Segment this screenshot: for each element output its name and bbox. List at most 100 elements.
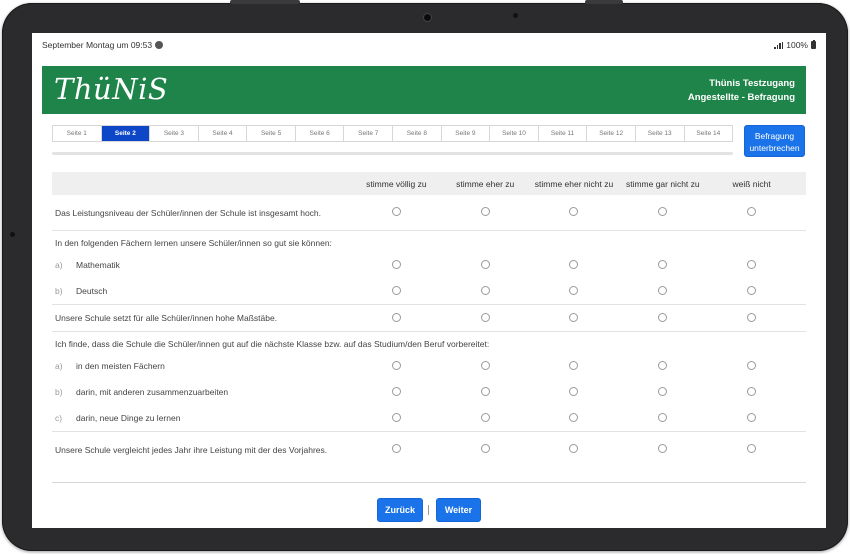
radio-option[interactable]: [658, 259, 668, 269]
question-intro: Ich finde, dass die Schule die Schüler/i…: [55, 339, 490, 349]
question-group: Unsere Schule setzt für alle Schüler/inn…: [52, 305, 806, 332]
radio-option[interactable]: [391, 312, 401, 322]
tab-seite-5[interactable]: Seite 5: [247, 126, 296, 141]
radio-option[interactable]: [747, 285, 757, 295]
question-row: b) darin, mit anderen zusammenzuarbeiten: [52, 379, 806, 405]
radio-option[interactable]: [569, 312, 579, 322]
radio-option[interactable]: [569, 207, 579, 216]
radio-option[interactable]: [569, 386, 579, 396]
radio-option[interactable]: [747, 360, 757, 370]
radio-option[interactable]: [480, 312, 490, 322]
question-text: Mathematik: [76, 260, 120, 270]
radio-option[interactable]: [747, 207, 757, 216]
question-text: Unsere Schule vergleicht jedes Jahr ihre…: [55, 444, 328, 455]
radio-option[interactable]: [480, 386, 490, 396]
radio-option[interactable]: [747, 259, 757, 269]
tab-seite-3[interactable]: Seite 3: [150, 126, 199, 141]
column-header: stimme eher nicht zu: [534, 178, 614, 189]
survey-type: Angestellte - Befragung: [687, 92, 795, 103]
app-logo[interactable]: ThüNiS: [54, 72, 168, 106]
radio-option[interactable]: [658, 360, 668, 370]
chat-icon: [155, 41, 164, 49]
question-intro: In den folgenden Fächern lernen unsere S…: [55, 238, 332, 248]
column-header: weiß nicht: [732, 178, 771, 189]
clock-text: September Montag um 09:53: [42, 40, 153, 50]
signal-icon: [774, 41, 784, 49]
radio-option[interactable]: [747, 386, 757, 396]
divider: [52, 482, 806, 483]
radio-option[interactable]: [391, 444, 401, 453]
tab-seite-1[interactable]: Seite 1: [53, 126, 102, 141]
battery-icon: [811, 39, 816, 49]
tab-seite-10[interactable]: Seite 10: [490, 126, 539, 141]
tab-seite-14[interactable]: Seite 14: [685, 126, 733, 141]
radio-option[interactable]: [747, 412, 757, 422]
table-header: stimme völlig zu stimme eher zu stimme e…: [52, 172, 806, 195]
back-button[interactable]: Zurück: [377, 498, 423, 522]
question-text: Deutsch: [76, 286, 108, 296]
radio-option[interactable]: [391, 386, 401, 396]
radio-option[interactable]: [391, 285, 401, 295]
tab-seite-8[interactable]: Seite 8: [393, 126, 442, 141]
radio-option[interactable]: [480, 412, 490, 422]
app-header: ThüNiS Thünis Testzugang Angestellte - B…: [42, 66, 806, 114]
tab-seite-12[interactable]: Seite 12: [587, 126, 636, 141]
tab-seite-4[interactable]: Seite 4: [199, 126, 248, 141]
power-button: [585, 0, 623, 4]
tab-seite-7[interactable]: Seite 7: [344, 126, 394, 141]
volume-button: [230, 0, 300, 4]
account-info: Thünis Testzugang Angestellte - Befragun…: [688, 77, 795, 105]
radio-option[interactable]: [747, 444, 757, 453]
radio-option[interactable]: [747, 312, 757, 322]
question-group: Unsere Schule vergleicht jedes Jahr ihre…: [52, 432, 806, 467]
radio-option[interactable]: [391, 412, 401, 422]
next-button[interactable]: Weiter: [436, 498, 481, 522]
abort-survey-button[interactable]: Befragung unterbrechen: [744, 125, 805, 157]
question-group: In den folgenden Fächern lernen unsere S…: [52, 231, 806, 305]
tab-seite-6[interactable]: Seite 6: [296, 126, 345, 141]
tab-seite-11[interactable]: Seite 11: [539, 126, 588, 141]
column-header: stimme eher zu: [456, 178, 515, 189]
light-sensor: [513, 13, 518, 18]
screen: September Montag um 09:53 100% ThüNiS Th…: [32, 33, 826, 528]
question-text: darin, neue Dinge zu lernen: [76, 413, 181, 423]
separator: [428, 505, 429, 515]
question-text: in den meisten Fächern: [76, 361, 165, 371]
question-row: Unsere Schule vergleicht jedes Jahr ihre…: [52, 432, 806, 467]
question-row: c) darin, neue Dinge zu lernen: [52, 405, 806, 431]
radio-option[interactable]: [658, 386, 668, 396]
radio-option[interactable]: [658, 207, 668, 216]
radio-option[interactable]: [480, 285, 490, 295]
radio-option[interactable]: [391, 259, 401, 269]
battery-percent: 100%: [786, 40, 808, 50]
page-tabs: Seite 1 Seite 2 Seite 3 Seite 4 Seite 5 Seite…: [52, 125, 733, 142]
radio-option[interactable]: [391, 207, 401, 216]
tab-seite-2[interactable]: Seite 2: [101, 126, 151, 141]
radio-option[interactable]: [658, 444, 668, 453]
radio-option[interactable]: [658, 285, 668, 295]
question-text: Unsere Schule setzt für alle Schüler/inn…: [55, 313, 278, 323]
radio-option[interactable]: [658, 412, 668, 422]
side-sensor: [10, 232, 15, 237]
radio-option[interactable]: [480, 360, 490, 370]
radio-option[interactable]: [569, 259, 579, 269]
radio-option[interactable]: [391, 360, 401, 370]
account-name: Thünis Testzugang: [709, 78, 795, 89]
question-group: Das Leistungsniveau der Schüler/innen de…: [52, 195, 806, 231]
front-camera: [423, 13, 432, 22]
radio-option[interactable]: [480, 207, 490, 216]
tab-seite-13[interactable]: Seite 13: [636, 126, 685, 141]
radio-option[interactable]: [480, 259, 490, 269]
radio-option[interactable]: [569, 285, 579, 295]
radio-option[interactable]: [658, 312, 668, 322]
progress-bar: [52, 152, 733, 155]
tab-seite-9[interactable]: Seite 9: [442, 126, 491, 141]
radio-option[interactable]: [569, 412, 579, 422]
tablet-frame: September Montag um 09:53 100% ThüNiS Th…: [2, 0, 848, 551]
radio-option[interactable]: [569, 444, 579, 453]
radio-option[interactable]: [569, 360, 579, 370]
radio-option[interactable]: [480, 444, 490, 453]
question-row: b) Deutsch: [52, 278, 806, 304]
column-header: stimme gar nicht zu: [625, 178, 700, 189]
question-text: Das Leistungsniveau der Schüler/innen de…: [55, 207, 322, 218]
